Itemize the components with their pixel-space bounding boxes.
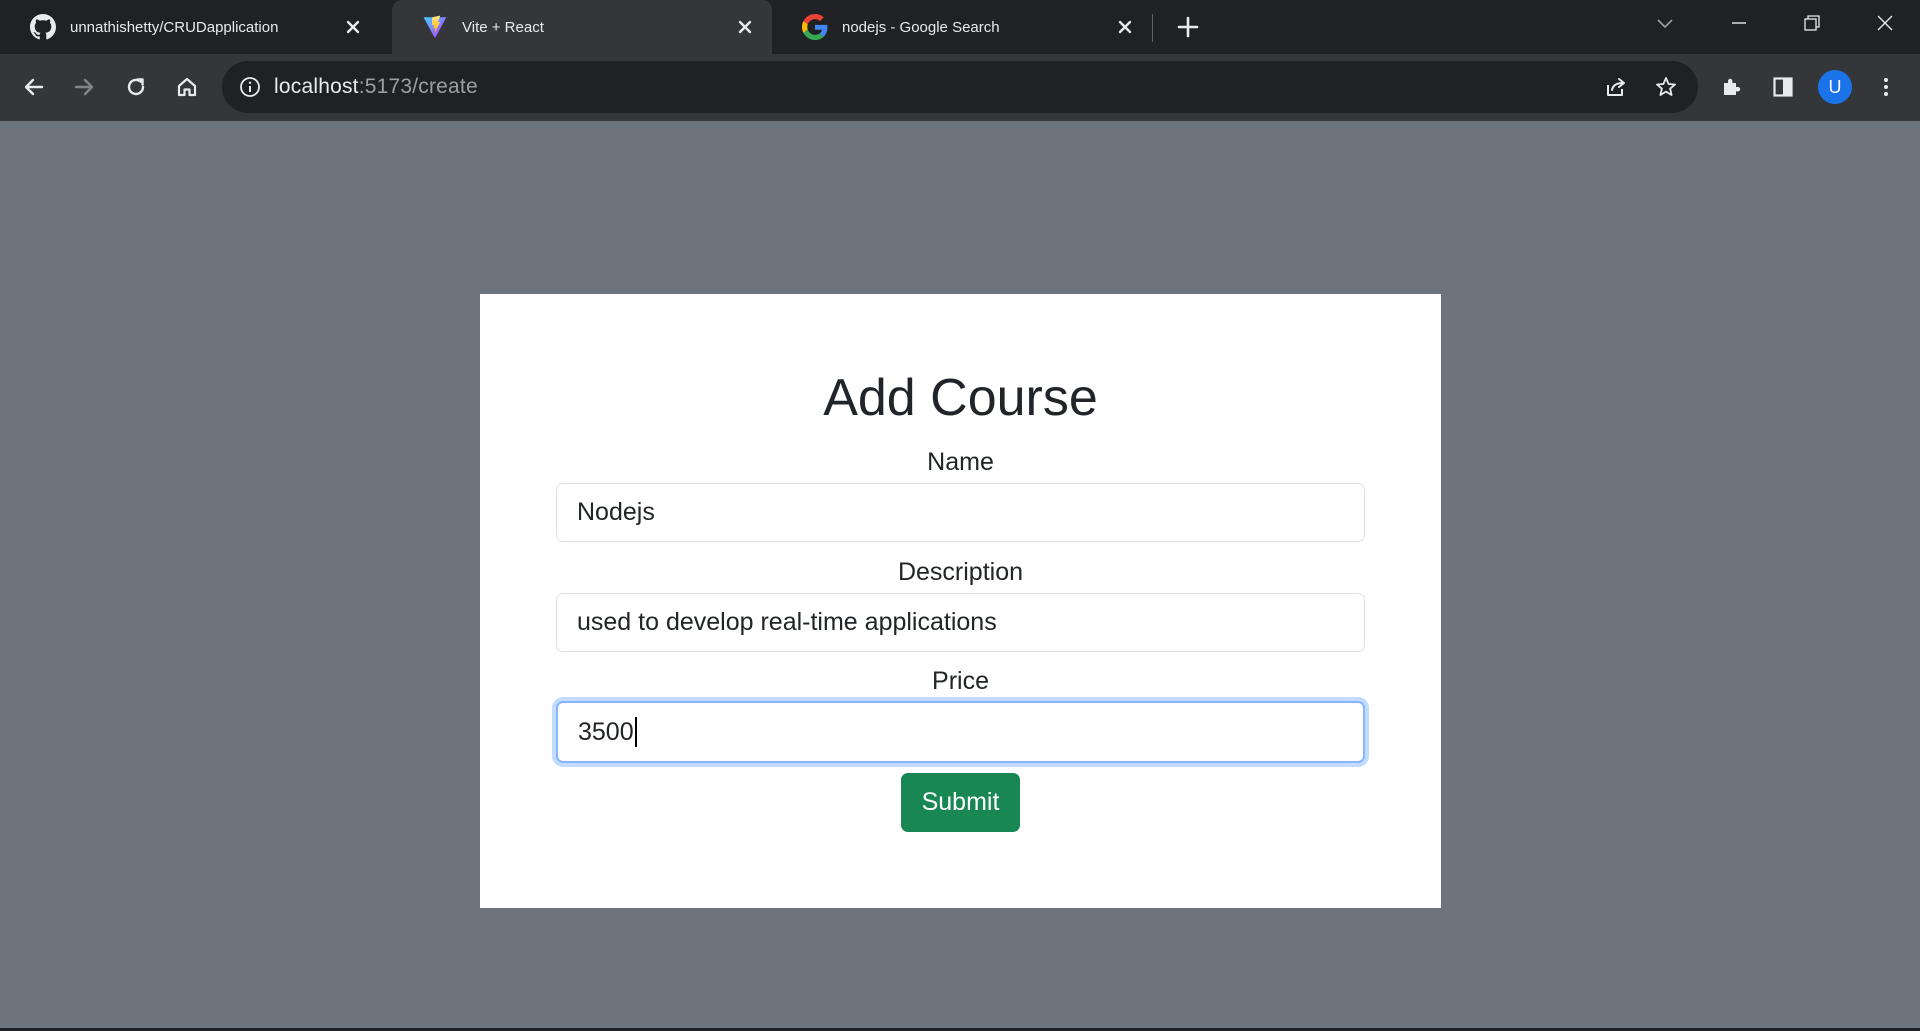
close-window-button[interactable] xyxy=(1850,0,1920,46)
more-vert-icon xyxy=(1884,78,1888,96)
tab-title: nodejs - Google Search xyxy=(842,18,1000,36)
address-bar[interactable]: localhost:5173/create xyxy=(222,61,1698,113)
home-icon xyxy=(177,77,197,97)
tab-separator xyxy=(1152,14,1153,42)
browser-toolbar: localhost:5173/create U xyxy=(0,54,1920,121)
arrow-right-icon xyxy=(74,78,94,96)
tab-strip: unnathishetty/CRUDapplication Vite + Rea… xyxy=(0,0,1920,54)
text-caret xyxy=(634,717,637,747)
plus-icon xyxy=(1177,16,1199,38)
profile-avatar[interactable]: U xyxy=(1818,70,1852,104)
description-input-value: used to develop real-time applications xyxy=(577,608,997,636)
restore-button[interactable] xyxy=(1777,0,1847,46)
url-path: :5173/create xyxy=(358,75,478,98)
tab-title: unnathishetty/CRUDapplication xyxy=(70,18,279,36)
name-input-value: Nodejs xyxy=(577,498,655,526)
google-icon xyxy=(802,14,828,40)
share-icon[interactable] xyxy=(1598,69,1634,105)
back-button[interactable] xyxy=(16,69,52,105)
description-input[interactable]: used to develop real-time applications xyxy=(556,593,1365,652)
name-label: Name xyxy=(927,448,994,476)
forward-button[interactable] xyxy=(66,69,102,105)
side-panel-button[interactable] xyxy=(1765,69,1801,105)
extensions-button[interactable] xyxy=(1714,69,1750,105)
restore-icon xyxy=(1804,15,1820,31)
puzzle-icon xyxy=(1724,78,1741,95)
close-tab-icon[interactable] xyxy=(732,14,758,40)
tab-github[interactable]: unnathishetty/CRUDapplication xyxy=(0,0,380,54)
page-title: Add Course xyxy=(823,369,1098,427)
close-icon xyxy=(1877,15,1893,31)
tab-title: Vite + React xyxy=(462,18,544,36)
price-label: Price xyxy=(932,667,989,695)
address-url[interactable]: localhost:5173/create xyxy=(274,75,478,99)
home-button[interactable] xyxy=(169,69,205,105)
add-course-card: Add Course Name Nodejs Description used … xyxy=(480,294,1441,908)
github-icon xyxy=(30,14,56,40)
chevron-down-icon xyxy=(1657,19,1673,29)
reload-button[interactable] xyxy=(118,69,154,105)
arrow-left-icon xyxy=(24,78,44,96)
bookmark-star-icon[interactable] xyxy=(1648,69,1684,105)
menu-button[interactable] xyxy=(1868,69,1904,105)
close-tab-icon[interactable] xyxy=(340,14,366,40)
name-input[interactable]: Nodejs xyxy=(556,483,1365,542)
submit-button[interactable]: Submit xyxy=(901,773,1020,832)
close-tab-icon[interactable] xyxy=(1112,14,1138,40)
minimize-button[interactable] xyxy=(1704,0,1774,46)
tab-search-button[interactable] xyxy=(1630,0,1700,46)
reload-icon xyxy=(127,78,145,96)
info-icon[interactable] xyxy=(236,73,264,101)
minimize-icon xyxy=(1732,22,1746,24)
new-tab-button[interactable] xyxy=(1172,11,1204,43)
side-panel-icon xyxy=(1773,77,1793,97)
url-host: localhost xyxy=(274,75,359,98)
price-input-value: 3500 xyxy=(578,717,634,746)
price-input[interactable]: 3500 xyxy=(556,701,1365,763)
tab-google-search[interactable]: nodejs - Google Search xyxy=(772,0,1152,54)
tab-vite-react[interactable]: Vite + React xyxy=(392,0,772,54)
description-label: Description xyxy=(897,558,1024,586)
vite-icon xyxy=(422,14,448,40)
